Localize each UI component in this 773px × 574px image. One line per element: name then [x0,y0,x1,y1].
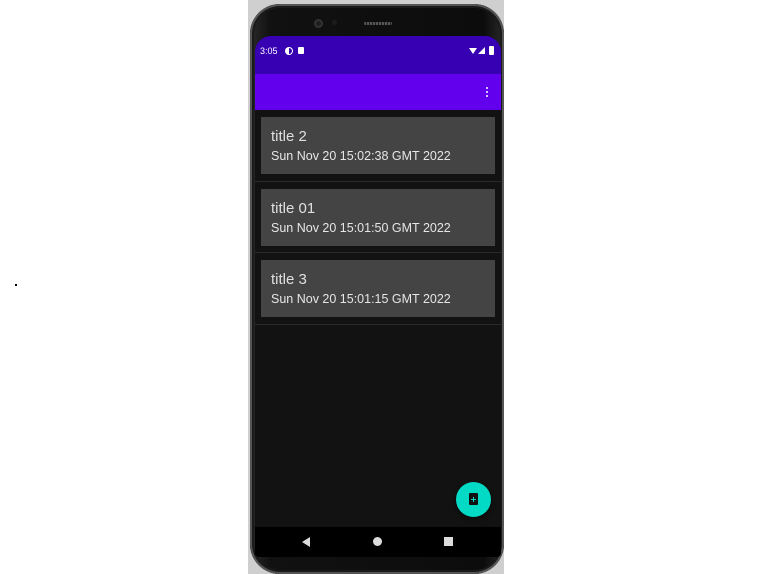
note-title: title 3 [271,271,307,288]
note-add-icon [469,493,478,505]
note-date: Sun Nov 20 15:02:38 GMT 2022 [271,149,451,163]
notification-icon [285,47,293,55]
status-time: 3:05 [260,46,278,56]
note-list: title 2 Sun Nov 20 15:02:38 GMT 2022 tit… [255,110,501,325]
phone-screen: 3:05 title 2 Sun Nov 20 15:02:38 GMT 202… [255,36,501,557]
home-icon[interactable] [373,537,382,546]
sd-card-icon [298,47,304,54]
note-title: title 01 [271,199,316,217]
back-icon[interactable] [302,537,310,547]
recents-icon[interactable] [444,537,453,546]
list-item[interactable]: title 2 Sun Nov 20 15:02:38 GMT 2022 [255,110,501,182]
more-vert-icon[interactable] [479,82,495,102]
app-bar [255,74,501,110]
battery-icon [489,46,494,55]
earpiece-speaker [364,22,392,25]
note-date: Sun Nov 20 15:01:50 GMT 2022 [271,220,451,235]
note-card[interactable]: title 2 Sun Nov 20 15:02:38 GMT 2022 [261,117,495,174]
note-title: title 2 [271,128,307,145]
list-item[interactable]: title 3 Sun Nov 20 15:01:15 GMT 2022 [255,253,501,325]
wifi-icon [469,48,477,54]
note-date: Sun Nov 20 15:01:15 GMT 2022 [271,292,451,306]
note-card[interactable]: title 01 Sun Nov 20 15:01:50 GMT 2022 [261,188,495,246]
stray-dot [15,284,17,286]
note-card[interactable]: title 3 Sun Nov 20 15:01:15 GMT 2022 [261,260,495,317]
signal-icon [478,47,485,54]
status-bar: 3:05 [255,36,501,74]
proximity-sensor [332,20,337,25]
navigation-bar [255,527,501,557]
add-note-button[interactable] [456,482,491,517]
list-item[interactable]: title 01 Sun Nov 20 15:01:50 GMT 2022 [255,182,501,253]
front-camera [314,19,323,28]
